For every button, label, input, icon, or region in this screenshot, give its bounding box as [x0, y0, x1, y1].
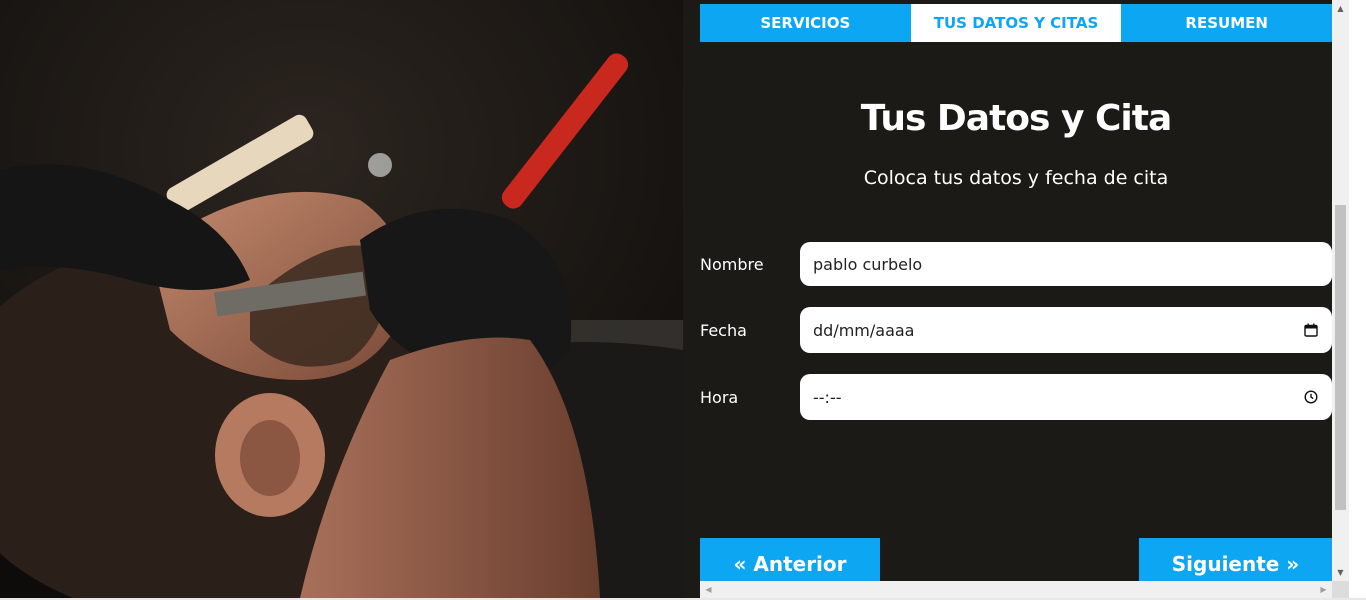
hora-placeholder: --:--: [813, 387, 842, 407]
section-title: Tus Datos y Cita: [860, 98, 1173, 139]
clock-icon[interactable]: [1303, 389, 1319, 405]
nombre-label: Nombre: [700, 254, 764, 274]
tab-servicios[interactable]: Servicios: [700, 4, 911, 42]
step-tabs: Servicios Tus Datos y Citas Resumen: [700, 4, 1333, 42]
nombre-value: pablo curbelo: [813, 254, 923, 274]
tab-resumen[interactable]: Resumen: [1121, 4, 1333, 42]
scroll-down-icon[interactable]: ▼: [1332, 564, 1349, 581]
horizontal-scrollbar[interactable]: ◀ ▶: [700, 581, 1332, 598]
tab-tus-datos-y-citas[interactable]: Tus Datos y Citas: [910, 4, 1122, 42]
nombre-field: Nombre pablo curbelo: [700, 242, 1332, 286]
fecha-input[interactable]: dd/mm/aaaa: [800, 307, 1332, 353]
fecha-field: Fecha dd/mm/aaaa: [700, 307, 1332, 353]
scroll-right-icon[interactable]: ▶: [1315, 581, 1332, 598]
appointment-form: Nombre pablo curbelo Fecha dd/mm/aaaa Ho…: [700, 242, 1332, 441]
section-subtitle: Coloca tus datos y fecha de cita: [863, 167, 1169, 189]
scrollbar-corner: [1332, 581, 1349, 598]
hora-label: Hora: [700, 387, 739, 407]
barber-photo: [0, 0, 683, 598]
hora-input[interactable]: --:--: [800, 374, 1332, 420]
scroll-left-icon[interactable]: ◀: [700, 581, 717, 598]
vertical-scrollbar[interactable]: ▲ ▼: [1332, 0, 1349, 581]
nombre-input[interactable]: pablo curbelo: [800, 242, 1332, 286]
scroll-up-icon[interactable]: ▲: [1332, 0, 1349, 17]
calendar-icon[interactable]: [1303, 322, 1319, 338]
hero-image: [0, 0, 683, 598]
scroll-thumb[interactable]: [1335, 205, 1346, 510]
hora-field: Hora --:--: [700, 374, 1332, 420]
fecha-label: Fecha: [700, 320, 747, 340]
appointment-panel: Servicios Tus Datos y Citas Resumen Tus …: [683, 0, 1349, 598]
fecha-placeholder: dd/mm/aaaa: [813, 320, 915, 340]
